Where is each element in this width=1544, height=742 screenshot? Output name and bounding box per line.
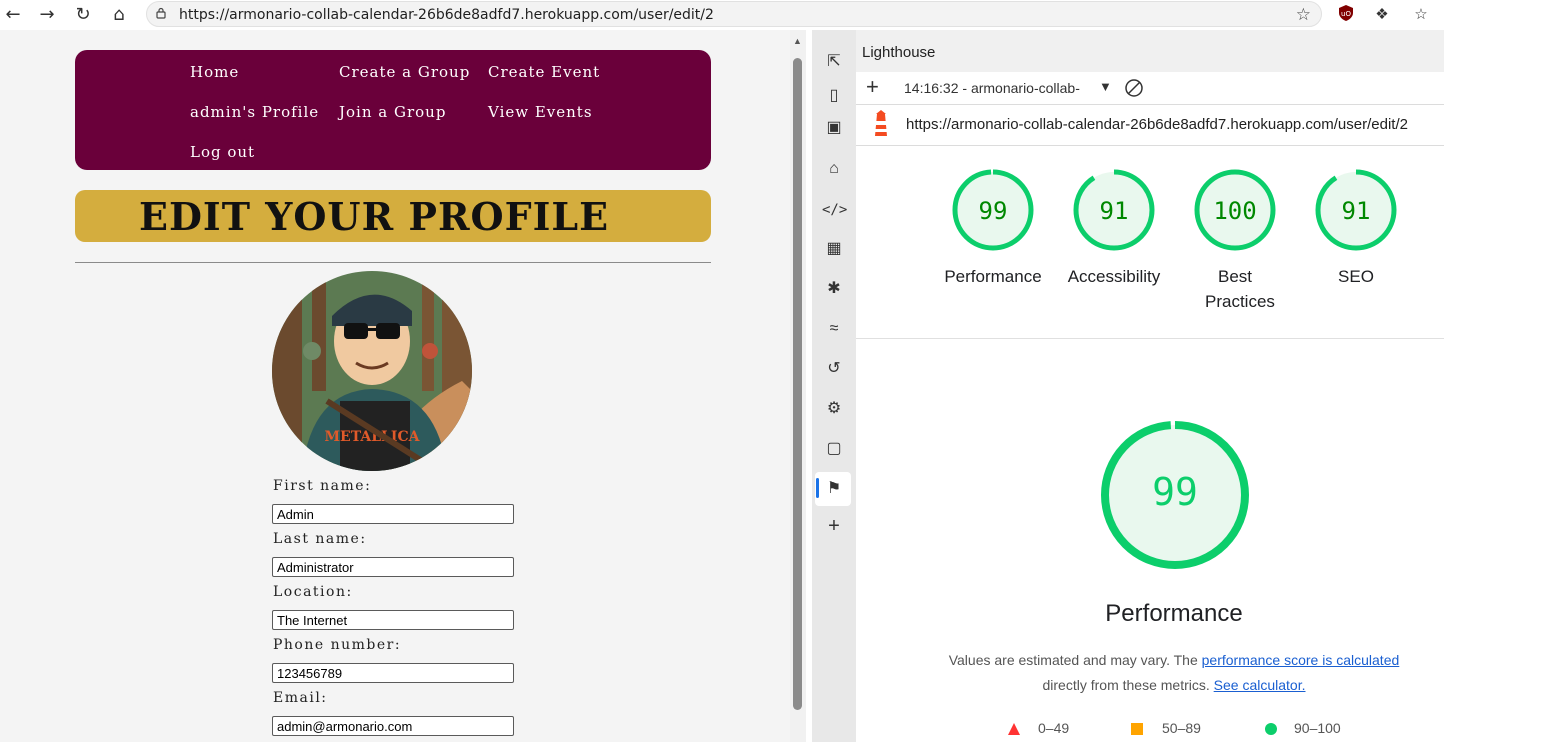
nav-home-link[interactable]: Home <box>190 63 239 81</box>
email-input[interactable]: admin@armonario.com <box>272 716 514 736</box>
score-value: 99 <box>979 197 1008 225</box>
desc-text-2: directly from these metrics. <box>1042 677 1210 693</box>
score-label: Best Practices <box>1205 267 1275 311</box>
pass-circle-icon <box>1265 723 1277 735</box>
section-divider <box>856 338 1444 339</box>
first-name-input[interactable]: Admin <box>272 504 514 524</box>
performance-big-score: 99 <box>1152 470 1198 514</box>
inspect-element-icon[interactable]: ⇱ <box>822 50 846 74</box>
report-toolbar: + 14:16:32 - armonario-collab- ▼ <box>856 72 1444 105</box>
performance-big-gauge: 99 <box>1101 421 1249 569</box>
welcome-home-icon[interactable]: ⌂ <box>822 157 846 181</box>
report-url[interactable]: https://armonario-collab-calendar-26b6de… <box>906 116 1408 133</box>
lighthouse-logo-icon <box>875 110 887 136</box>
phone-input[interactable]: 123456789 <box>272 663 514 683</box>
score-label: Accessibility <box>1067 267 1161 286</box>
lighthouse-icon[interactable]: ⚑ <box>822 477 846 501</box>
url-text: https://armonario-collab-calendar-26b6de… <box>179 7 714 23</box>
nav-profile-link[interactable]: admin's Profile <box>190 103 319 121</box>
more-tools-plus-icon[interactable]: + <box>822 514 846 538</box>
score-gauge-accessibility[interactable]: 91 <box>1072 168 1156 252</box>
legend-fail: 0–49 <box>1038 720 1070 736</box>
legend-pass: 90–100 <box>1294 720 1341 736</box>
desc-text: Values are estimated and may vary. The <box>948 652 1198 668</box>
location-label: Location: <box>273 584 353 600</box>
nav-join-group-link[interactable]: Join a Group <box>339 103 446 121</box>
score-label: SEO <box>1338 267 1374 286</box>
address-bar[interactable]: https://armonario-collab-calendar-26b6de… <box>146 1 1322 27</box>
back-icon[interactable]: ← <box>2 4 24 26</box>
nav-create-group-link[interactable]: Create a Group <box>339 63 470 81</box>
score-label: Performance <box>944 267 1042 286</box>
new-report-plus-icon[interactable]: + <box>866 74 879 100</box>
report-selector[interactable]: 14:16:32 - armonario-collab- <box>904 80 1080 96</box>
console-icon[interactable]: ▦ <box>822 237 846 261</box>
reload-icon[interactable]: ↻ <box>72 4 94 26</box>
favorites-icon[interactable]: ☆ <box>1410 4 1432 26</box>
legend-average: 50–89 <box>1162 720 1201 736</box>
score-legend: 0–49 50–89 90–100 <box>856 720 1444 740</box>
score-gauge-best-practices[interactable]: 100 <box>1193 168 1277 252</box>
score-value: 100 <box>1213 197 1256 225</box>
scroll-up-icon[interactable]: ▲ <box>793 36 802 46</box>
network-icon[interactable]: ≈ <box>822 317 846 341</box>
favorite-star-icon[interactable]: ☆ <box>1296 5 1311 25</box>
page-content: Home Create a Group Create Event admin's… <box>0 30 790 742</box>
divider <box>75 262 711 263</box>
memory-icon[interactable]: ⚙ <box>822 397 846 421</box>
clear-reports-icon[interactable] <box>1124 78 1144 98</box>
lighthouse-panel: Lighthouse + 14:16:32 - armonario-collab… <box>856 30 1444 742</box>
forward-icon[interactable]: → <box>36 4 58 26</box>
first-name-label: First name: <box>273 478 372 494</box>
page-title-banner: EDIT YOUR PROFILE <box>75 190 711 242</box>
last-name-label: Last name: <box>273 531 367 547</box>
active-indicator <box>816 478 819 498</box>
nav-create-event-link[interactable]: Create Event <box>488 63 600 81</box>
email-label: Email: <box>273 690 328 706</box>
elements-icon[interactable]: </> <box>822 198 847 222</box>
fail-triangle-icon <box>1008 723 1020 735</box>
performance-description: Values are estimated and may vary. The p… <box>896 648 1444 698</box>
score-value: 91 <box>1342 197 1371 225</box>
report-url-row: https://armonario-collab-calendar-26b6de… <box>856 105 1444 146</box>
score-gauge-performance[interactable]: 99 <box>951 168 1035 252</box>
average-square-icon <box>1131 723 1143 735</box>
see-calculator-link[interactable]: See calculator. <box>1214 677 1306 693</box>
sources-bug-icon[interactable]: ✱ <box>822 277 846 301</box>
window-margin <box>1444 30 1544 742</box>
location-input[interactable]: The Internet <box>272 610 514 630</box>
application-icon[interactable]: ▢ <box>822 437 846 461</box>
device-emulation-icon[interactable]: ▯ <box>822 84 846 108</box>
site-navbar: Home Create a Group Create Event admin's… <box>75 50 711 170</box>
devtools-activity-bar: ⇱ ▯ ▣ ⌂ </> ▦ ✱ ≈ ↺ ⚙ ▢ ⚑ + <box>812 30 856 742</box>
performance-icon[interactable]: ↺ <box>822 357 846 381</box>
score-calculated-link[interactable]: performance score is calculated <box>1202 652 1400 668</box>
nav-view-events-link[interactable]: View Events <box>488 103 593 121</box>
panel-title: Lighthouse <box>862 44 936 61</box>
lock-icon <box>156 7 166 19</box>
ublock-icon[interactable]: uO <box>1335 4 1357 26</box>
phone-label: Phone number: <box>273 637 402 653</box>
performance-heading: Performance <box>1105 600 1243 627</box>
page-title: EDIT YOUR PROFILE <box>139 194 610 239</box>
score-gauge-seo[interactable]: 91 <box>1314 168 1398 252</box>
extensions-icon[interactable]: ❖ <box>1371 4 1393 26</box>
avatar: METALLICA <box>272 271 472 471</box>
scrollbar-thumb[interactable] <box>793 58 802 710</box>
browser-toolbar: ← → ↻ ⌂ https://armonario-collab-calenda… <box>0 0 1544 30</box>
nav-logout-link[interactable]: Log out <box>190 143 255 161</box>
dropdown-caret-icon[interactable]: ▼ <box>1099 79 1112 94</box>
window-icon[interactable]: ▣ <box>822 116 846 140</box>
last-name-input[interactable]: Administrator <box>272 557 514 577</box>
panel-header: Lighthouse <box>856 30 1444 72</box>
score-value: 91 <box>1100 197 1129 225</box>
page-scrollbar[interactable]: ▲ <box>790 30 806 742</box>
home-icon[interactable]: ⌂ <box>108 4 130 26</box>
svg-text:uO: uO <box>1341 10 1351 18</box>
